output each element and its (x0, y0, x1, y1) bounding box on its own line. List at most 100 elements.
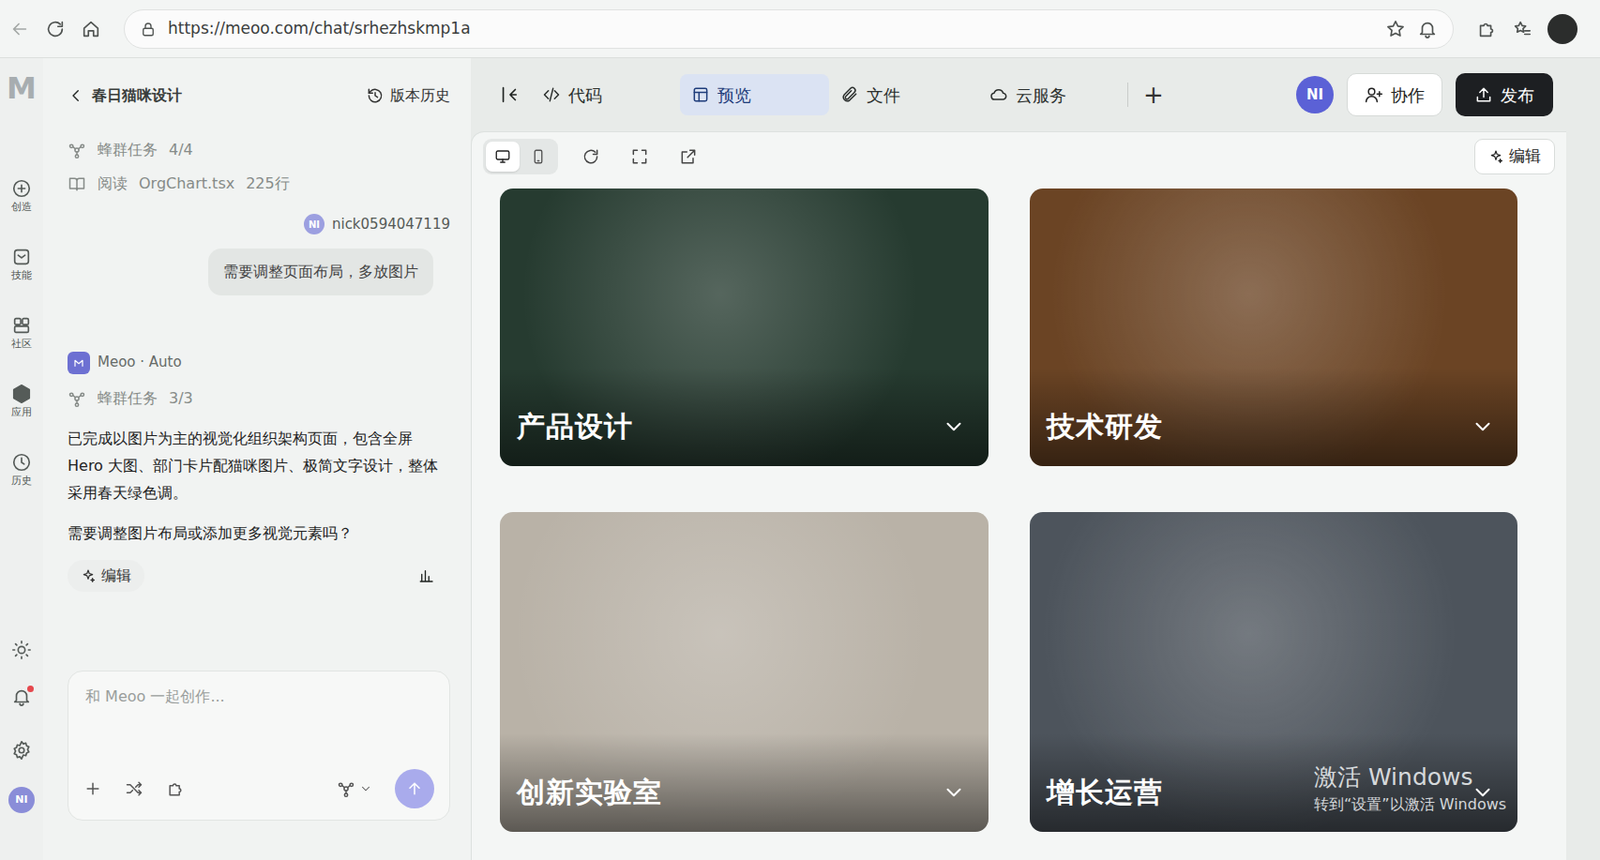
tab[interactable]: 预览 (679, 74, 830, 116)
clip-icon (840, 85, 860, 105)
chevron-down-icon[interactable] (941, 414, 967, 439)
activity-label: 蜂群任务 (97, 138, 158, 162)
rail-item[interactable]: 应用 (11, 383, 32, 419)
refresh-icon[interactable] (574, 140, 607, 173)
unread-dot (27, 685, 34, 693)
arrow-up-icon (405, 779, 424, 799)
tab-label: 代码 (568, 82, 603, 108)
stats-chart-icon[interactable] (418, 567, 436, 585)
home-icon[interactable] (80, 18, 102, 40)
rail-item[interactable]: 技能 (11, 246, 32, 282)
user-avatar[interactable]: NI (8, 786, 35, 814)
user-avatar[interactable]: NI (1296, 75, 1334, 114)
back-icon[interactable] (9, 18, 31, 40)
rail-pluscircle-icon (11, 178, 32, 199)
device-toggle (483, 138, 559, 175)
card-caption: 产品设计 (499, 367, 989, 467)
preview-edit-button[interactable]: 编辑 (1474, 138, 1555, 175)
notifications-button[interactable] (11, 686, 32, 714)
publish-button[interactable]: 发布 (1455, 73, 1554, 117)
desktop-view-button[interactable] (485, 141, 520, 172)
rail-clock-icon (11, 452, 32, 473)
watermark-subtitle: 转到“设置”以激活 Windows (1313, 793, 1507, 816)
user-avatar: NI (303, 213, 325, 235)
collapse-panel-icon[interactable] (498, 84, 520, 106)
top-actions: NI 协作 发布 (1296, 73, 1554, 117)
cloud-icon (989, 85, 1009, 105)
rail-label: 历史 (11, 475, 32, 487)
reload-icon[interactable] (45, 18, 66, 40)
back-chevron-icon[interactable] (67, 87, 85, 105)
assistant-row: Meoo · Auto (67, 351, 451, 375)
profile-avatar[interactable] (1547, 14, 1578, 45)
notification-bell-icon[interactable] (1417, 18, 1438, 40)
settings-gear-icon[interactable] (11, 739, 32, 761)
tab[interactable]: 文件 (829, 74, 979, 116)
favorites-icon[interactable] (1511, 18, 1533, 40)
workspace: 代码 预览文件云服务 + NI 协作 发布编辑产品设计 技术研发创新实验室 增长运营激活 Wi… (470, 58, 1567, 860)
chevron-down-icon[interactable] (1470, 414, 1495, 439)
card-title: 产品设计 (516, 405, 634, 448)
assistant-name: Meoo · Auto (97, 351, 182, 374)
mobile-view-button[interactable] (521, 141, 556, 172)
department-card[interactable]: 产品设计 (499, 188, 989, 467)
activity-row: 蜂群任务4/4 (67, 133, 451, 167)
lock-icon (139, 20, 157, 38)
department-card[interactable]: 增长运营 (1029, 512, 1519, 832)
add-tab-button[interactable]: + (1143, 82, 1164, 107)
address-bar[interactable]: https://meoo.com/chat/srhezhskmp1a (123, 9, 1454, 49)
swarm-icon (336, 779, 356, 799)
top-tab-bar: 代码 预览文件云服务 + NI 协作 发布 (470, 58, 1567, 132)
message-input[interactable] (83, 684, 435, 710)
collaborate-button[interactable]: 协作 (1346, 73, 1443, 117)
department-card[interactable]: 创新实验室 (499, 512, 989, 832)
tab[interactable]: 代码 (530, 74, 680, 116)
bookmark-star-icon[interactable] (1385, 18, 1406, 40)
edit-button[interactable]: 编辑 (67, 559, 145, 592)
card-title: 创新实验室 (516, 770, 663, 814)
chat-panel: 春日猫咪设计 版本历史蜂群任务4/4阅读OrgChart.tsx225行 NInic… (43, 58, 471, 860)
user-row: NInick0594047119 (67, 213, 451, 236)
rail-label: 创造 (11, 201, 32, 213)
rail-bottom: NI (8, 639, 35, 814)
version-history-button[interactable]: 版本历史 (365, 84, 451, 107)
composer (67, 670, 451, 821)
theme-sun-icon[interactable] (11, 639, 32, 661)
activity-label: 蜂群任务 (97, 387, 158, 410)
assistant-message: 需要调整图片布局或添加更多视觉元素吗？ (67, 519, 451, 547)
attach-plus-icon[interactable] (83, 779, 103, 799)
extensions-icon[interactable] (1476, 18, 1497, 40)
url-text[interactable]: https://meoo.com/chat/srhezhskmp1a (167, 16, 471, 42)
activity-row: 阅读OrgChart.tsx225行 (67, 166, 451, 201)
rail-label: 应用 (11, 407, 32, 419)
tab[interactable]: 云服务 (978, 74, 1128, 116)
rail-community-icon (11, 315, 32, 336)
layout-icon (691, 85, 710, 105)
open-external-icon[interactable] (672, 140, 705, 173)
plugin-icon[interactable] (166, 779, 185, 799)
project-title[interactable]: 春日猫咪设计 (91, 84, 182, 107)
rail-item[interactable]: 历史 (11, 452, 32, 487)
rail-skills-icon (11, 246, 32, 268)
rail-item[interactable]: 创造 (11, 178, 32, 213)
shuffle-icon[interactable] (124, 779, 144, 799)
agent-mode-button[interactable] (336, 779, 373, 799)
chevron-down-icon[interactable] (941, 780, 967, 805)
rail-cube-icon (11, 383, 32, 405)
windows-watermark: 激活 Windows转到“设置”以激活 Windows (1313, 762, 1507, 816)
browser-bar: https://meoo.com/chat/srhezhskmp1a (0, 0, 1600, 59)
fullscreen-icon[interactable] (623, 140, 656, 173)
preview-toolbar: 编辑 (471, 132, 1567, 182)
chat-header: 春日猫咪设计 版本历史 (67, 58, 451, 134)
history-label: 版本历史 (390, 84, 451, 107)
chevron-down-icon[interactable] (1470, 780, 1495, 805)
collaborate-label: 协作 (1390, 82, 1425, 108)
file-name[interactable]: OrgChart.tsx (138, 172, 235, 196)
department-card[interactable]: 技术研发 (1029, 188, 1519, 467)
desktop-icon (494, 148, 512, 166)
rail-item[interactable]: 社区 (11, 315, 32, 350)
tabs: 代码 预览文件云服务 (530, 74, 1128, 116)
meoo-logo[interactable]: M (6, 73, 37, 104)
send-button[interactable] (394, 769, 435, 809)
card-caption: 创新实验室 (499, 733, 989, 832)
